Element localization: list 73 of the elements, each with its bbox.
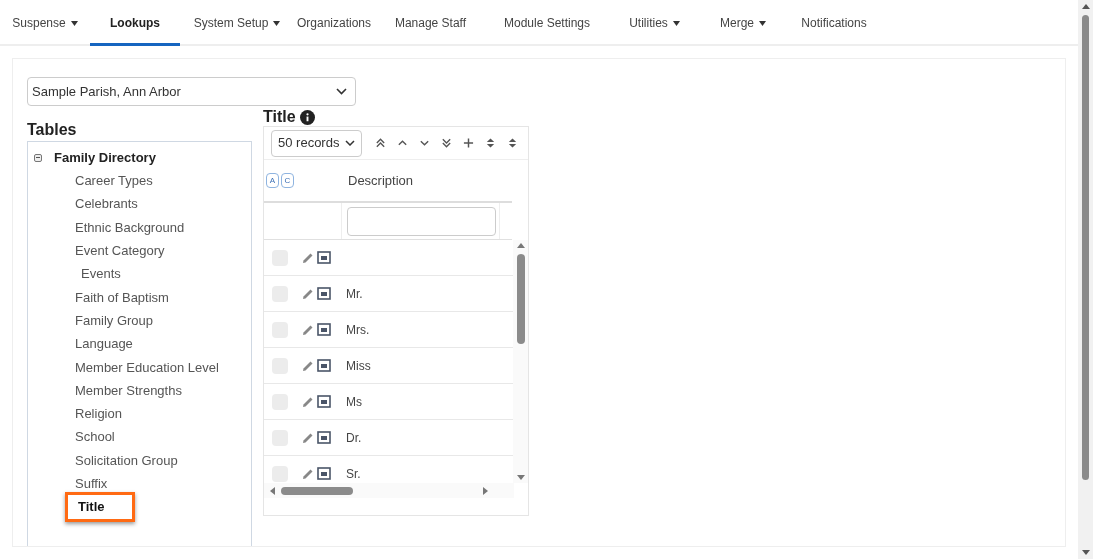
tree-item[interactable]: Career Types xyxy=(75,171,153,191)
chevron-down-icon xyxy=(345,140,356,146)
table-cell-text: Dr. xyxy=(346,429,362,447)
pencil-icon[interactable] xyxy=(302,431,314,444)
scroll-thumb[interactable] xyxy=(281,486,353,495)
tree-item[interactable]: Events xyxy=(81,264,121,284)
scroll-up-icon[interactable] xyxy=(516,243,525,248)
pencil-icon[interactable] xyxy=(302,251,314,264)
tree-item[interactable]: Solicitation Group xyxy=(75,450,178,471)
horizontal-scrollbar[interactable] xyxy=(264,483,514,498)
scroll-thumb[interactable] xyxy=(1082,15,1089,480)
pencil-icon[interactable] xyxy=(302,359,314,372)
info-icon[interactable] xyxy=(299,109,315,125)
sort-icon[interactable] xyxy=(485,137,497,149)
picture-frame-icon[interactable] xyxy=(317,395,331,408)
nav-tab[interactable]: Suspense xyxy=(0,0,90,46)
picture-frame-icon[interactable] xyxy=(317,359,331,372)
nav-tab[interactable]: Manage Staff xyxy=(374,0,487,46)
table-cell-text: Miss xyxy=(346,357,371,375)
column-toggle[interactable]: C xyxy=(281,173,294,188)
tree-item[interactable]: Suffix xyxy=(75,474,108,494)
nav-tab[interactable]: Merge xyxy=(702,0,784,46)
tree-item[interactable]: Faith of Baptism xyxy=(75,287,169,308)
tree-item[interactable]: Member Education Level xyxy=(75,357,219,378)
nav-tab[interactable]: Utilities xyxy=(607,0,702,46)
tree-item[interactable]: Celebrants xyxy=(75,194,138,214)
chevron-down-icon xyxy=(336,88,347,95)
organization-select[interactable]: Sample Parish, Ann Arbor xyxy=(27,77,356,106)
tree-item[interactable]: School xyxy=(75,427,115,447)
nav-tab[interactable]: Notifications xyxy=(784,0,884,46)
scroll-up-icon[interactable] xyxy=(1081,4,1090,9)
picture-frame-icon[interactable] xyxy=(317,287,331,300)
table-cell-text: Mrs. xyxy=(346,321,370,339)
column-toggle[interactable]: A xyxy=(266,173,279,188)
pencil-icon[interactable] xyxy=(302,395,314,408)
tree-item[interactable]: Family Directory xyxy=(54,147,156,168)
page-scrollbar[interactable] xyxy=(1078,0,1093,559)
sort-icon[interactable] xyxy=(507,137,519,149)
grid-title: Title xyxy=(263,107,296,127)
page-size-select[interactable]: 50 records xyxy=(271,129,363,157)
picture-frame-icon[interactable] xyxy=(317,467,331,480)
pencil-icon[interactable] xyxy=(302,323,314,336)
scroll-left-icon[interactable] xyxy=(270,486,275,495)
tree-item[interactable]: Language xyxy=(75,334,133,354)
pencil-icon[interactable] xyxy=(302,467,314,480)
scroll-down-icon[interactable] xyxy=(516,475,525,480)
nav-tab[interactable]: System Setup xyxy=(180,0,294,46)
pencil-icon[interactable] xyxy=(302,287,314,300)
vertical-scrollbar[interactable] xyxy=(513,240,528,483)
table-cell-text: Mr. xyxy=(346,285,363,303)
scroll-right-icon[interactable] xyxy=(483,486,488,495)
filter-field[interactable] xyxy=(347,207,496,236)
picture-frame-icon[interactable] xyxy=(317,323,331,336)
table-cell-text: Ms xyxy=(346,393,362,411)
picture-frame-icon[interactable] xyxy=(317,431,331,444)
nav-tab[interactable]: Organizations xyxy=(294,0,374,46)
tree-item[interactable]: Event Category xyxy=(75,241,165,261)
column-header[interactable]: Description xyxy=(348,170,414,191)
tree-item[interactable]: Ethnic Background xyxy=(75,217,185,238)
nav-tab[interactable]: Module Settings xyxy=(487,0,607,46)
scroll-thumb[interactable] xyxy=(516,254,525,344)
last-icon[interactable] xyxy=(441,137,453,149)
first-icon[interactable] xyxy=(375,137,387,149)
picture-frame-icon[interactable] xyxy=(317,251,331,264)
plus-icon[interactable] xyxy=(463,137,475,149)
section-heading: Tables xyxy=(27,120,78,138)
scroll-down-icon[interactable] xyxy=(1081,550,1090,555)
tree-item[interactable]: Family Group xyxy=(75,310,154,331)
collapse-icon[interactable] xyxy=(34,153,42,162)
tree-item[interactable]: Title xyxy=(65,492,135,522)
tree-item[interactable]: Member Strengths xyxy=(75,380,182,401)
tree-item[interactable]: Religion xyxy=(75,404,122,424)
table-cell-text: Sr. xyxy=(346,465,361,483)
